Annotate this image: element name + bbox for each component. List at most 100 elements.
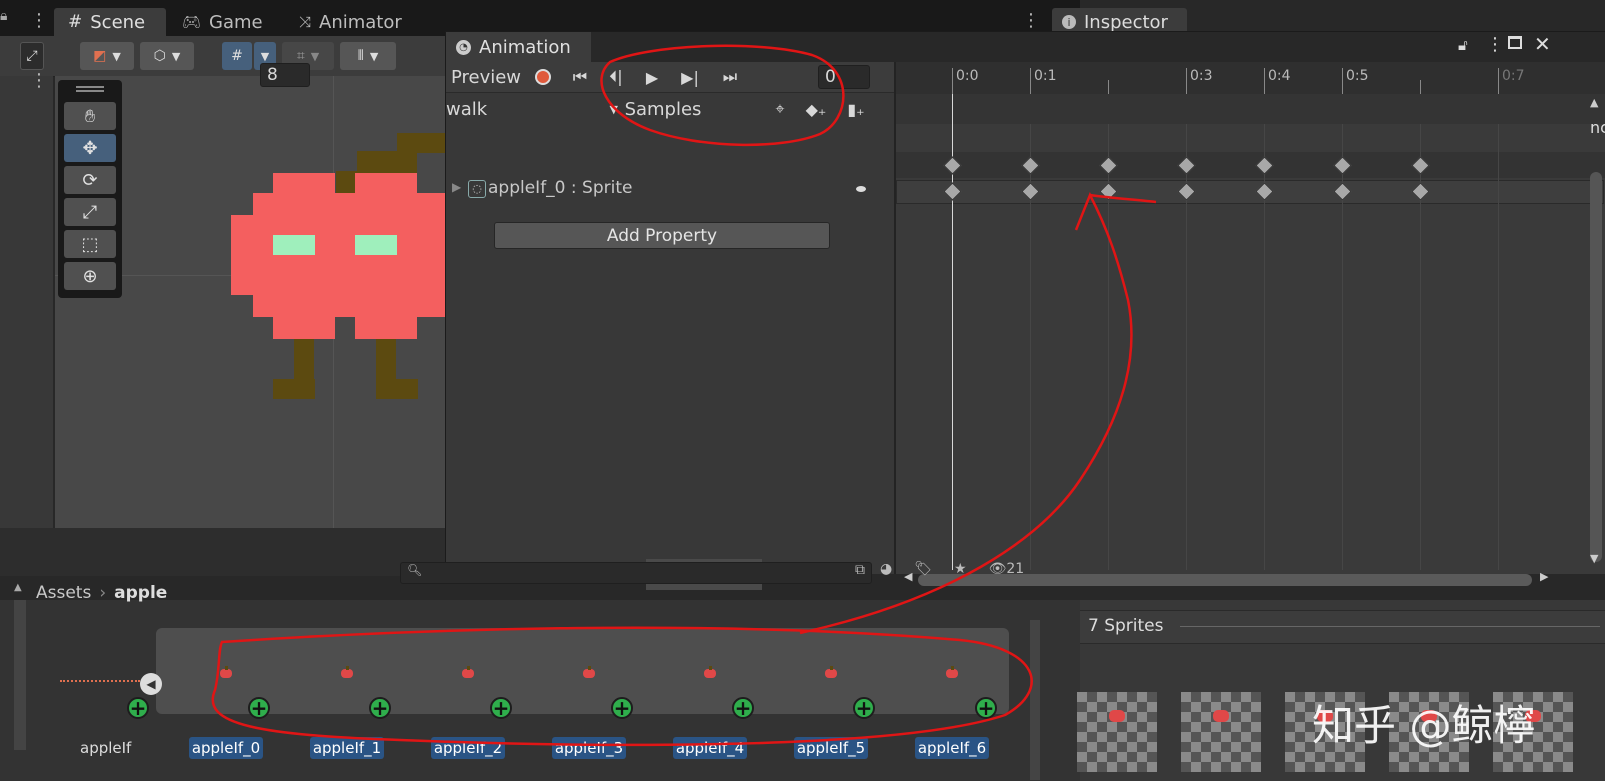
add-keyframe-button[interactable]: ⌖ xyxy=(764,94,796,124)
event-strip[interactable] xyxy=(896,94,1605,124)
rect-tool-button[interactable]: ⬚ xyxy=(64,230,116,258)
ruler-button[interactable]: ⦀ ▼ xyxy=(340,42,396,70)
scroll-right-arrow-icon[interactable]: ▶ xyxy=(1540,570,1548,583)
more-options-icon[interactable]: ⋮ xyxy=(30,70,48,91)
dopesheet-timeline[interactable]: ◀ ▶ ▲ ▼ 0:0 0:1 0:3 0:4 0:5 0:7 xyxy=(896,62,1605,586)
tab-game[interactable]: 🎮︎ Game xyxy=(168,8,278,36)
add-to-scene-plus-icon[interactable]: + xyxy=(853,697,875,719)
sprite-name-label[interactable]: appleIf_2 xyxy=(431,737,505,759)
clip-dropdown[interactable]: walk ▼ xyxy=(446,94,622,124)
sprite-preview-thumbnail[interactable] xyxy=(1077,692,1157,772)
more-options-icon[interactable]: ⋮ xyxy=(30,10,48,31)
sprite-name-label[interactable]: appleIf_5 xyxy=(794,737,868,759)
maximize-icon[interactable] xyxy=(1508,36,1522,49)
sprite-preview-thumbnail[interactable] xyxy=(1181,692,1261,772)
property-row[interactable]: ▶ ◌ appleIf_0 : Sprite xyxy=(446,174,894,204)
add-to-scene-plus-icon[interactable]: + xyxy=(732,697,754,719)
hand-tool-button[interactable]: ✋︎ xyxy=(64,102,116,130)
tab-animator[interactable]: ⤨ Animator xyxy=(285,8,415,36)
parent-sprite-label[interactable]: appleIf xyxy=(80,739,131,757)
vertical-scrollbar[interactable] xyxy=(1590,172,1602,562)
breadcrumb-assets[interactable]: Assets xyxy=(36,583,91,603)
add-to-scene-plus-icon[interactable]: + xyxy=(611,697,633,719)
assets-scrollbar[interactable] xyxy=(1030,620,1040,780)
last-keyframe-button[interactable]: ⏭ xyxy=(710,62,750,92)
ruler-major-tick xyxy=(1030,68,1031,94)
samples-label: Samples xyxy=(624,98,702,120)
samples-field[interactable]: 8 xyxy=(260,63,310,87)
add-to-scene-plus-icon[interactable]: + xyxy=(127,697,149,719)
sprite-name-label[interactable]: appleIf_3 xyxy=(552,737,626,759)
apple-sprite-thumbnail[interactable] xyxy=(461,666,475,680)
next-keyframe-button[interactable]: ▶| xyxy=(672,62,708,92)
render-mode-button[interactable]: ⬡ ▼ xyxy=(140,42,194,70)
preview-toggle[interactable]: Preview xyxy=(446,62,526,92)
rotate-tool-button[interactable]: ⟳ xyxy=(64,166,116,194)
apple-sprite-thumbnail[interactable] xyxy=(945,666,959,680)
apple-sprite-thumbnail[interactable] xyxy=(824,666,838,680)
apple-sprite-thumbnail[interactable] xyxy=(703,666,717,680)
clock-icon: ◔ xyxy=(456,39,471,55)
assets-scroll-up-arrow-icon[interactable]: ▲ xyxy=(14,582,22,593)
property-options-icon[interactable] xyxy=(856,186,866,192)
previous-keyframe-button[interactable]: ⏴︎| xyxy=(598,62,634,92)
transform-tool-button[interactable]: ⊕ xyxy=(64,262,116,290)
draw-mode-button[interactable]: ◩ ▼ xyxy=(80,42,134,70)
filter-type-icon[interactable]: ◕ xyxy=(880,561,892,577)
add-event-button[interactable]: ▮₊ xyxy=(838,94,874,124)
add-to-scene-plus-icon[interactable]: + xyxy=(248,697,270,719)
add-to-scene-plus-icon[interactable]: + xyxy=(369,697,391,719)
sprite-name-label[interactable]: appleIf_1 xyxy=(310,737,384,759)
apple-sprite-thumbnail[interactable] xyxy=(582,666,596,680)
shaded-mode-icon: ◩ xyxy=(93,48,107,64)
add-to-scene-plus-icon[interactable]: + xyxy=(975,697,997,719)
grid-snapping-button[interactable]: # xyxy=(222,42,252,70)
sprite-name-label[interactable]: appleIf_4 xyxy=(673,737,747,759)
scale-icon: ⤢ xyxy=(82,201,98,223)
favorite-star-icon[interactable]: ★ xyxy=(954,561,967,577)
apple-character-sprite[interactable] xyxy=(231,131,445,401)
previous-frame-icon: ⏴︎| xyxy=(609,67,623,86)
first-keyframe-button[interactable]: ⏮ xyxy=(562,62,598,92)
grid-icon: # xyxy=(68,12,83,32)
collapse-sprites-button[interactable]: ◀ xyxy=(140,673,162,695)
add-to-scene-plus-icon[interactable]: + xyxy=(490,697,512,719)
ruler-major-tick xyxy=(1498,68,1499,94)
rotate-icon: ⟳ xyxy=(82,169,98,191)
expand-arrow-icon[interactable]: ▶ xyxy=(452,180,461,194)
more-options-icon[interactable]: ⋮ xyxy=(1022,10,1040,31)
add-property-button[interactable]: Add Property xyxy=(494,222,830,249)
scroll-down-arrow-icon[interactable]: ▼ xyxy=(1590,552,1598,565)
scroll-up-arrow-icon[interactable]: ▲ xyxy=(1590,96,1598,109)
more-options-icon[interactable]: ⋮ xyxy=(1486,34,1504,55)
move-tool-button[interactable]: ✥ xyxy=(64,134,116,162)
record-button[interactable] xyxy=(528,62,558,92)
header-divider xyxy=(1180,626,1600,627)
tab-animation[interactable]: ◔ Animation xyxy=(446,32,591,62)
folder-tree-scrollbar[interactable] xyxy=(14,600,26,750)
grid-snap-icon: # xyxy=(231,48,243,64)
lock-icon[interactable]: 🔓︎ xyxy=(1458,36,1468,54)
hidden-packages-icon[interactable]: 👁︎21 xyxy=(989,561,1025,577)
apple-sprite-thumbnail[interactable] xyxy=(340,666,354,680)
label-icon[interactable]: 🏷︎ xyxy=(914,561,932,577)
maximize-view-button[interactable]: ⤢ xyxy=(20,42,44,70)
inspector-clipped-text: nc xyxy=(1590,118,1605,137)
sprite-name-label[interactable]: appleIf_0 xyxy=(189,737,263,759)
play-button[interactable]: ▶ xyxy=(634,62,670,92)
breadcrumb-apple[interactable]: apple xyxy=(114,583,167,603)
breadcrumb-separator-icon: › xyxy=(99,583,107,603)
drag-handle[interactable] xyxy=(76,86,104,92)
scale-tool-button[interactable]: ⤢ xyxy=(64,198,116,226)
animation-properties-pane: Preview ⏮ ⏴︎| ▶ ▶| ⏭ 0 walk ▼ Samples 8 … xyxy=(260,62,894,590)
add-keyframe-diamond-button[interactable]: ◆₊ xyxy=(798,94,834,124)
lock-icon[interactable]: 🔒︎ xyxy=(0,8,14,28)
sprite-parent-thumbnail[interactable] xyxy=(60,680,140,688)
watermark: 知乎 @鲸檸 xyxy=(1312,701,1536,750)
layout-icon[interactable]: ⧉ xyxy=(855,562,865,578)
close-icon[interactable]: ✕ xyxy=(1534,32,1551,56)
sprite-name-label[interactable]: appleIf_6 xyxy=(915,737,989,759)
apple-sprite-thumbnail[interactable] xyxy=(219,666,233,680)
tab-scene[interactable]: # Scene xyxy=(54,8,166,36)
current-frame-field[interactable]: 0 xyxy=(818,65,870,89)
